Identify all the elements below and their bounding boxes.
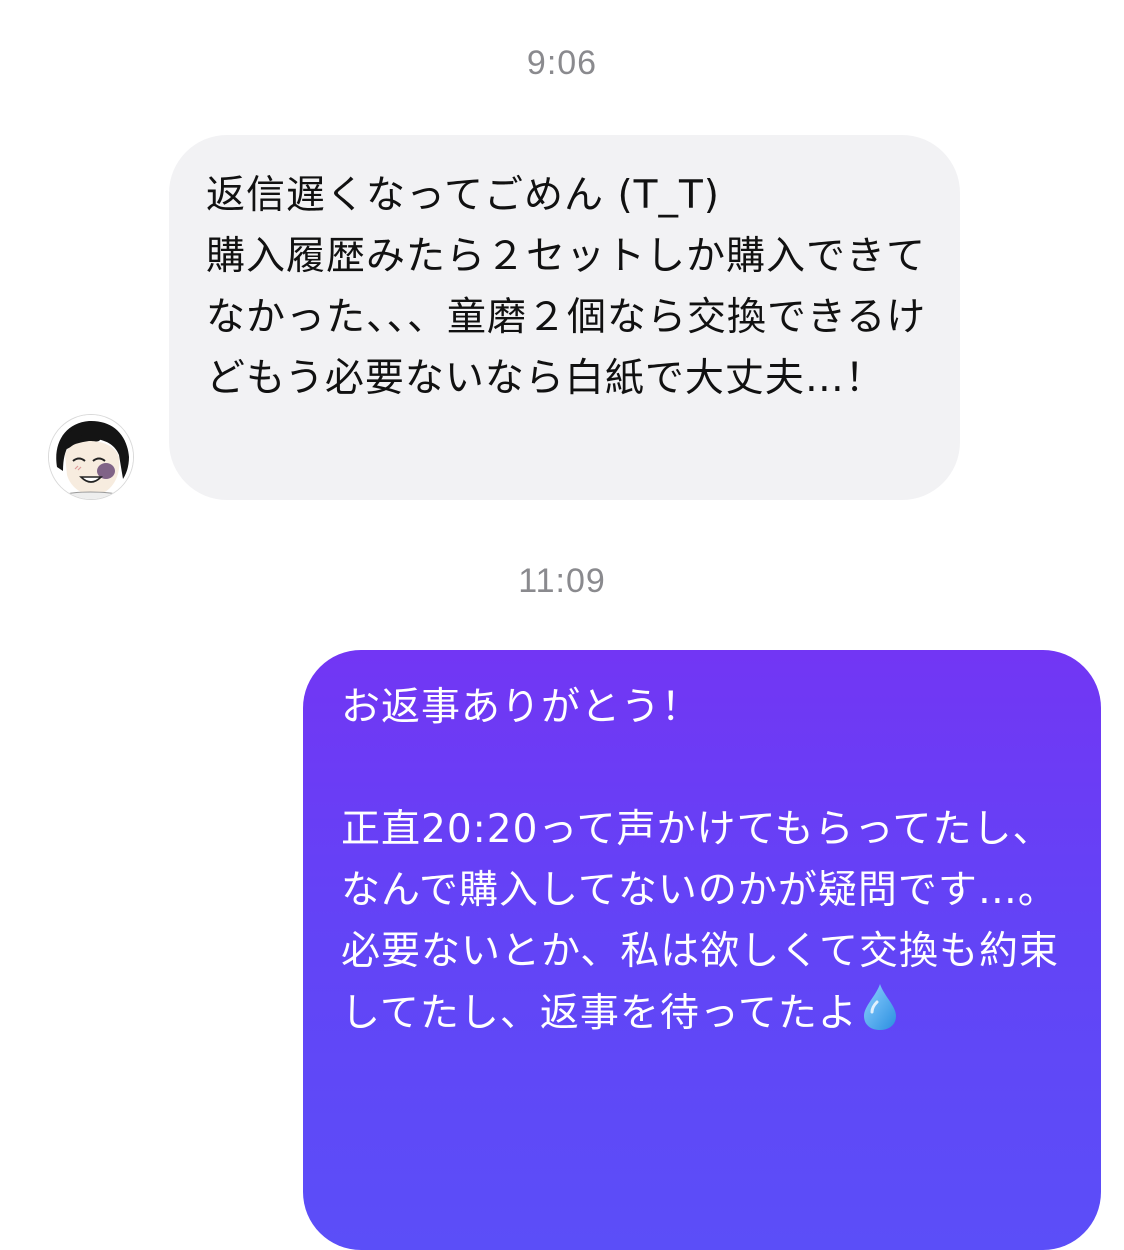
message-text: お返事ありがとう！ 正直20:20って声かけてもらってたし、なんで購入してないの…: [341, 685, 1060, 1036]
avatar[interactable]: [48, 414, 134, 500]
timestamp: 9:06: [526, 44, 598, 82]
message-text: 返信遅くなってごめん (T_T) 購入履歴みたら２セットしか購入できてなかった、…: [206, 173, 927, 401]
droplet-icon: [862, 982, 898, 1050]
timestamp: 11:09: [518, 562, 606, 600]
anime-character-avatar-icon: [49, 415, 133, 499]
outgoing-message-bubble[interactable]: お返事ありがとう！ 正直20:20って声かけてもらってたし、なんで購入してないの…: [303, 650, 1101, 1250]
incoming-message-bubble[interactable]: 返信遅くなってごめん (T_T) 購入履歴みたら２セットしか購入できてなかった、…: [169, 135, 960, 500]
